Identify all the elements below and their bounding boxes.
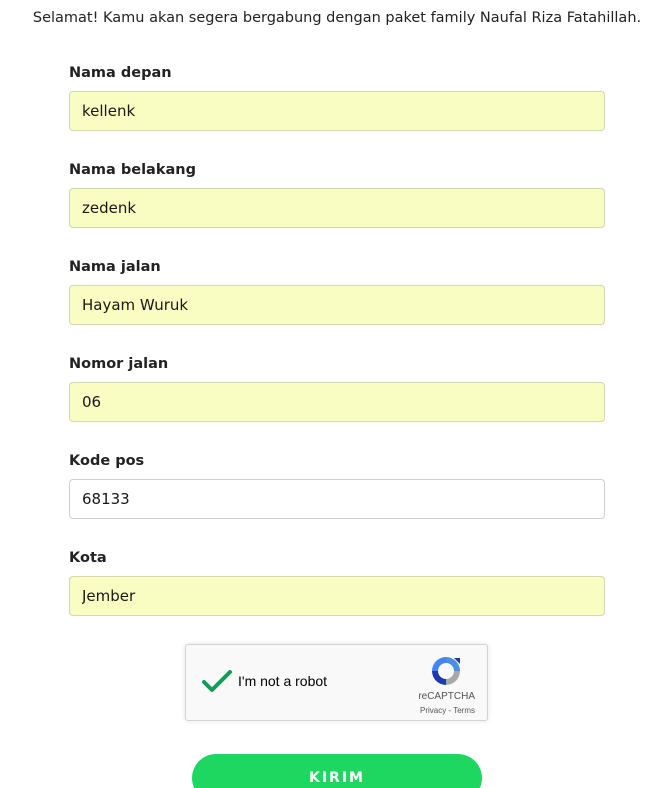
recaptcha-label: I'm not a robot bbox=[238, 673, 328, 689]
recaptcha-widget: I'm not a robot reCAPTCHA Privacy - Term… bbox=[185, 644, 488, 721]
field-street-name: Nama jalan bbox=[69, 258, 605, 325]
last-name-input[interactable] bbox=[69, 188, 605, 228]
field-last-name: Nama belakang bbox=[69, 161, 605, 228]
terms-link[interactable]: Terms bbox=[453, 706, 475, 715]
recaptcha-links: Privacy - Terms bbox=[420, 706, 475, 715]
recaptcha-logo-icon bbox=[429, 654, 463, 688]
intro-text: Selamat! Kamu akan segera bergabung deng… bbox=[32, 10, 642, 26]
street-name-label: Nama jalan bbox=[69, 259, 161, 275]
postal-code-label: Kode pos bbox=[69, 453, 145, 469]
recaptcha-brand: reCAPTCHA bbox=[418, 691, 475, 702]
street-number-input[interactable] bbox=[69, 382, 605, 422]
postal-code-input[interactable] bbox=[69, 479, 605, 519]
submit-button[interactable]: KIRIM bbox=[192, 754, 482, 788]
privacy-link[interactable]: Privacy bbox=[420, 706, 446, 715]
first-name-label: Nama depan bbox=[69, 65, 172, 81]
city-input[interactable] bbox=[69, 576, 605, 616]
street-number-label: Nomor jalan bbox=[69, 356, 169, 372]
recaptcha-checkbox[interactable] bbox=[200, 664, 234, 698]
field-city: Kota bbox=[69, 549, 605, 616]
checkmark-icon bbox=[202, 670, 232, 692]
field-street-number: Nomor jalan bbox=[69, 355, 605, 422]
first-name-input[interactable] bbox=[69, 91, 605, 131]
street-name-input[interactable] bbox=[69, 285, 605, 325]
last-name-label: Nama belakang bbox=[69, 162, 196, 178]
field-postal-code: Kode pos bbox=[69, 452, 605, 519]
page: Selamat! Kamu akan segera bergabung deng… bbox=[0, 0, 666, 788]
city-label: Kota bbox=[69, 550, 107, 566]
field-first-name: Nama depan bbox=[69, 64, 605, 131]
